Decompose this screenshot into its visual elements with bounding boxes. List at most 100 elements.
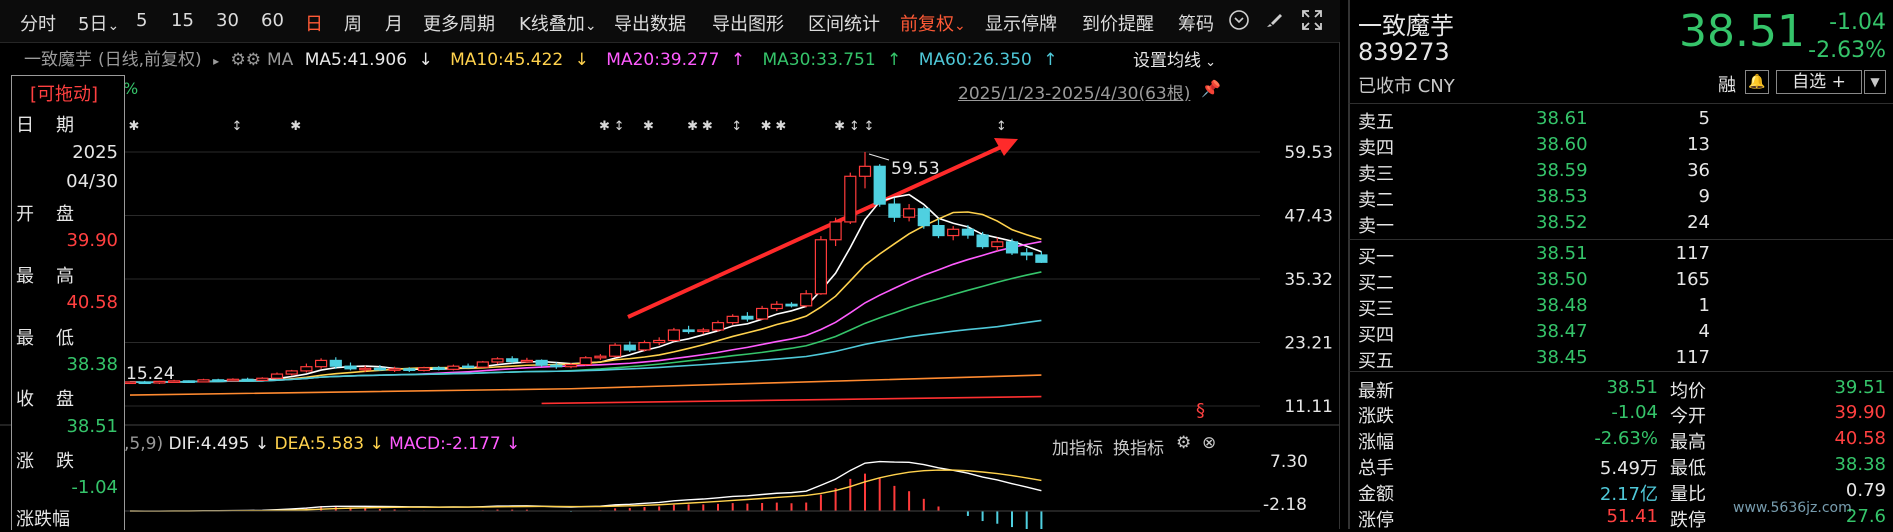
close-label: 收 盘 [16, 389, 76, 410]
bid-volume: 1 [1698, 295, 1710, 316]
candle [594, 354, 607, 360]
amount-value: 2.17亿 [1599, 484, 1658, 505]
candle-body [814, 239, 828, 295]
change-label: 涨 跌 [16, 451, 76, 472]
period-week[interactable]: 周 [344, 10, 362, 36]
candle-body [520, 359, 534, 363]
bid-label: 买四 [1358, 325, 1394, 346]
low-label: 最 低 [16, 328, 76, 349]
period-day[interactable]: 日 [305, 10, 323, 36]
ask-label: 卖二 [1358, 190, 1394, 211]
ma-line-ma5 [129, 193, 1042, 384]
candle-body [403, 368, 416, 371]
export-image-button[interactable]: 导出图形 [712, 10, 784, 36]
candle [858, 152, 872, 189]
bid-price: 38.50 [1536, 269, 1588, 290]
fullscreen-icon[interactable] [1301, 9, 1323, 36]
limit-up-label: 涨停 [1358, 510, 1394, 531]
candle-body [785, 303, 798, 307]
chevron-down-icon: ⌄ [954, 18, 966, 34]
add-indicator-button[interactable]: 加指标 [1052, 434, 1103, 459]
candle-body [741, 315, 754, 320]
candle [638, 340, 651, 352]
brush-icon[interactable] [1264, 10, 1284, 35]
candle-body [417, 367, 431, 371]
period-60min[interactable]: 60 [261, 10, 284, 31]
candle-body [770, 303, 783, 310]
macd-chart [125, 460, 1260, 529]
candle [873, 164, 886, 207]
candle-body [858, 165, 872, 177]
candle-body [932, 224, 945, 237]
candle [226, 378, 239, 382]
candle-body [623, 344, 636, 351]
candle-body [976, 234, 989, 248]
candle [182, 380, 195, 383]
export-data-button[interactable]: 导出数据 [614, 10, 686, 36]
event-marker: ↕ [231, 119, 242, 134]
event-marker: ✱ [599, 119, 610, 134]
chevron-down-icon: ⌄ [584, 18, 597, 34]
show-suspension-button[interactable]: 显示停牌 [985, 10, 1057, 36]
bid-label: 买三 [1358, 299, 1394, 320]
watchlist-dropdown-icon[interactable]: ▼ [1864, 70, 1886, 94]
more-periods-button[interactable]: 更多周期 [423, 10, 495, 36]
low-value: 38.38 [66, 354, 118, 375]
candle-body [1020, 252, 1033, 256]
period-5day[interactable]: 5日⌄ [78, 10, 119, 36]
bar-info-panel[interactable]: [可拖动] 日 期 2025 04/30 开 盘 39.90 最 高 40.58… [11, 75, 125, 530]
candle [535, 359, 548, 367]
macd-tick-low: -2.18 [1263, 495, 1307, 515]
event-marker: ✱ [687, 119, 698, 134]
candle [814, 236, 828, 295]
candle [447, 364, 460, 371]
drag-handle[interactable]: [可拖动] [30, 80, 98, 106]
chips-button[interactable]: 筹码 [1178, 10, 1214, 36]
bid-label: 买一 [1358, 247, 1394, 268]
open-value: 39.90 [1834, 402, 1886, 423]
chg-label: 涨跌 [1358, 406, 1394, 427]
candle-body [873, 165, 886, 205]
adjust-forward-button[interactable]: 前复权⌄ [900, 10, 966, 36]
ma-lines [129, 193, 1042, 405]
dif-value: DIF:4.495 ↓ [168, 434, 270, 454]
price-tick-label: 23.21 [1284, 334, 1333, 354]
range-stats-button[interactable]: 区间统计 [808, 10, 880, 36]
bell-icon[interactable]: 🔔 [1745, 70, 1769, 94]
avg-label: 均价 [1670, 381, 1706, 402]
event-marker: ↕ [864, 119, 875, 134]
ask-volume: 9 [1698, 186, 1710, 207]
period-intraday[interactable]: 分时 [20, 10, 56, 36]
period-month[interactable]: 月 [385, 10, 403, 36]
period-30min[interactable]: 30 [216, 10, 239, 31]
bid-price: 38.51 [1536, 243, 1588, 264]
candle [991, 237, 1004, 251]
close-icon[interactable]: ⊗ [1202, 433, 1216, 453]
candle [829, 217, 842, 247]
switch-indicator-button[interactable]: 换指标 [1113, 434, 1164, 459]
period-5min[interactable]: 5 [136, 10, 147, 31]
bid-label: 买五 [1358, 351, 1394, 372]
gear-icon[interactable]: ⚙ [1176, 433, 1191, 453]
candle-body [1035, 254, 1048, 263]
period-15min[interactable]: 15 [171, 10, 194, 31]
close-value: 38.51 [66, 416, 118, 437]
candle-body [476, 361, 489, 368]
kline-overlay-button[interactable]: K线叠加⌄ [519, 10, 597, 36]
low-label: 最低 [1670, 458, 1706, 479]
candle [520, 357, 534, 364]
candle-body [711, 322, 725, 331]
pct-value: -2.63% [1594, 428, 1658, 449]
expand-circle-icon[interactable] [1228, 9, 1250, 36]
add-watchlist-button[interactable]: 自选 + [1776, 70, 1862, 94]
price-change-pct: -2.63% [1808, 38, 1886, 63]
watermark: www.5636jz.com [1733, 500, 1852, 516]
candle [917, 206, 930, 229]
open-value: 39.90 [66, 230, 118, 251]
event-marker: ↕ [731, 119, 742, 134]
macd-params: ,5,9) [124, 434, 164, 454]
candle-body [285, 370, 298, 375]
candle-body [638, 341, 651, 351]
ask-price: 38.60 [1536, 134, 1588, 155]
price-alert-button[interactable]: 到价提醒 [1082, 10, 1154, 36]
